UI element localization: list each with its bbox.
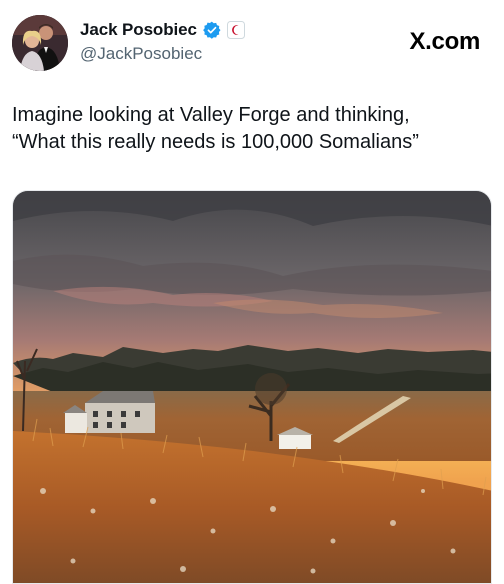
tweet-text-line: Imagine looking at Valley Forge and thin… xyxy=(12,104,410,126)
tweet-text-line: “What this really needs is 100,000 Somal… xyxy=(12,131,419,153)
profile-photo xyxy=(12,15,68,71)
author-handle[interactable]: @JackPosobiec xyxy=(80,44,202,64)
tweet-header: Jack Posobiec @JackPosobiec X.com xyxy=(0,0,504,80)
avatar[interactable] xyxy=(12,15,68,71)
verified-badge-icon xyxy=(202,21,221,39)
affiliation-badge-icon[interactable] xyxy=(226,21,245,39)
author-name-row: Jack Posobiec xyxy=(80,20,245,40)
brand-label: X.com xyxy=(409,28,480,55)
tweet-text: Imagine looking at Valley Forge and thin… xyxy=(12,102,492,156)
author-display-name[interactable]: Jack Posobiec xyxy=(80,20,197,40)
landscape-photo xyxy=(13,191,491,583)
tweet-media[interactable] xyxy=(12,190,492,584)
